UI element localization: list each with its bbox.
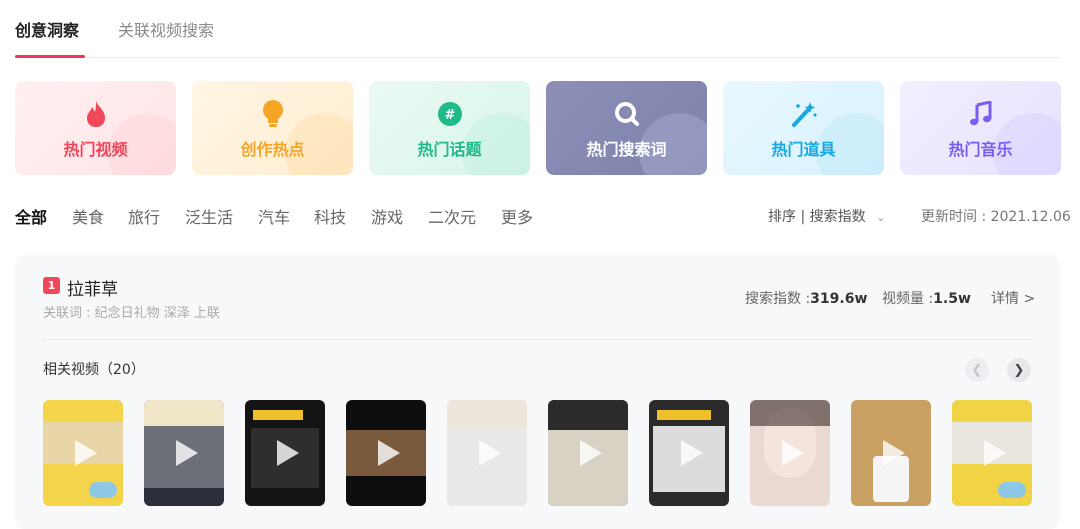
music-note-icon [966, 99, 996, 129]
card-hot-topics[interactable]: # 热门话题 [369, 81, 530, 175]
video-thumbnail[interactable] [750, 400, 830, 506]
video-thumbnail[interactable] [245, 400, 325, 506]
flame-icon [81, 99, 111, 129]
sort-separator: | [800, 209, 806, 225]
play-icon [277, 440, 299, 466]
tab-related-video-search[interactable]: 关联视频搜索 [118, 17, 214, 41]
card-label: 热门音乐 [948, 140, 1013, 159]
sort-dropdown[interactable]: 排序 | 搜索指数 ⌄ [768, 206, 885, 226]
video-thumbnail[interactable] [649, 400, 729, 506]
filter-games[interactable]: 游戏 [371, 204, 403, 228]
top-tabs: 创意洞察 关联视频搜索 [15, 0, 1060, 58]
search-index-value: 319.6w [810, 291, 868, 307]
thumbnail-avatar [89, 482, 117, 498]
hashtag-icon: # [435, 99, 465, 129]
video-count-stat: 视频量 :1.5w [882, 288, 971, 308]
video-thumbnail[interactable] [144, 400, 224, 506]
filter-acg[interactable]: 二次元 [428, 204, 476, 228]
sort-value: 搜索指数 [809, 209, 866, 225]
search-keyword: 拉菲草 [67, 280, 118, 300]
play-icon [580, 440, 602, 466]
update-time: 更新时间 : 2021.12.06 [921, 209, 1071, 225]
play-icon [984, 440, 1006, 466]
filter-tech[interactable]: 科技 [314, 204, 346, 228]
filter-lifestyle[interactable]: 泛生活 [185, 204, 233, 228]
play-icon [782, 440, 804, 466]
thumbnail-caption [253, 410, 303, 420]
play-icon [883, 440, 905, 466]
video-thumbnail[interactable] [346, 400, 426, 506]
divider [43, 339, 1033, 340]
tab-creative-insight[interactable]: 创意洞察 [15, 17, 79, 41]
card-hot-props[interactable]: 热门道具 [723, 81, 884, 175]
thumbnail-caption [447, 400, 527, 430]
thumbnail-avatar [998, 482, 1026, 498]
chevron-right-icon: ❯ [1013, 362, 1025, 378]
search-term-result-card: 1 拉菲草 关联词 : 纪念日礼物 深泽 上联 搜索指数 :319.6w 视频量… [15, 255, 1060, 529]
active-tab-underline [15, 55, 85, 58]
lightbulb-icon [258, 99, 288, 129]
video-thumbnail[interactable] [447, 400, 527, 506]
filter-all[interactable]: 全部 [15, 204, 47, 228]
thumbnail-caption [144, 400, 224, 426]
filter-travel[interactable]: 旅行 [128, 204, 160, 228]
filter-auto[interactable]: 汽车 [258, 204, 290, 228]
card-label: 创作热点 [240, 140, 305, 159]
card-creative-hotspots[interactable]: 创作热点 [192, 81, 353, 175]
rank-badge: 1 [43, 277, 60, 294]
play-icon [176, 440, 198, 466]
play-icon [75, 440, 97, 466]
svg-text:#: # [444, 108, 455, 123]
magic-wand-icon [789, 99, 819, 129]
video-count-label: 视频量 : [882, 291, 934, 307]
carousel-next-button[interactable]: ❯ [1007, 358, 1031, 382]
search-index-label: 搜索指数 : [745, 291, 811, 307]
thumbnail-caption [548, 400, 628, 430]
feature-cards: 热门视频 创作热点 # 热门话题 热门搜索词 热门道具 热门音乐 [15, 81, 1061, 175]
card-hot-search-terms[interactable]: 热门搜索词 [546, 81, 707, 175]
video-thumbnail[interactable] [43, 400, 123, 506]
sort-prefix: 排序 [768, 209, 796, 225]
video-count-value: 1.5w [933, 291, 971, 307]
video-thumbnail[interactable] [952, 400, 1032, 506]
card-hot-music[interactable]: 热门音乐 [900, 81, 1061, 175]
chevron-down-icon: ⌄ [876, 211, 886, 224]
card-label: 热门道具 [771, 140, 836, 159]
video-thumbnail[interactable] [851, 400, 931, 506]
chevron-left-icon: ❮ [971, 362, 983, 378]
carousel-prev-button[interactable]: ❮ [965, 358, 989, 382]
card-label: 热门话题 [417, 140, 482, 159]
play-icon [479, 440, 501, 466]
card-hot-videos[interactable]: 热门视频 [15, 81, 176, 175]
play-icon [681, 440, 703, 466]
related-videos-title: 相关视频（20） [43, 362, 145, 378]
filter-food[interactable]: 美食 [72, 204, 104, 228]
related-words: 关联词 : 纪念日礼物 深泽 上联 [43, 306, 220, 321]
card-label: 热门搜索词 [586, 140, 667, 159]
video-thumbnail[interactable] [548, 400, 628, 506]
card-label: 热门视频 [63, 140, 128, 159]
thumbnail-caption [657, 410, 711, 420]
search-icon [612, 99, 642, 129]
search-index-stat: 搜索指数 :319.6w [745, 288, 867, 308]
detail-link[interactable]: 详情 > [991, 288, 1035, 308]
play-icon [378, 440, 400, 466]
filter-more[interactable]: 更多 [501, 204, 533, 228]
thumbnail-hair [750, 400, 830, 426]
